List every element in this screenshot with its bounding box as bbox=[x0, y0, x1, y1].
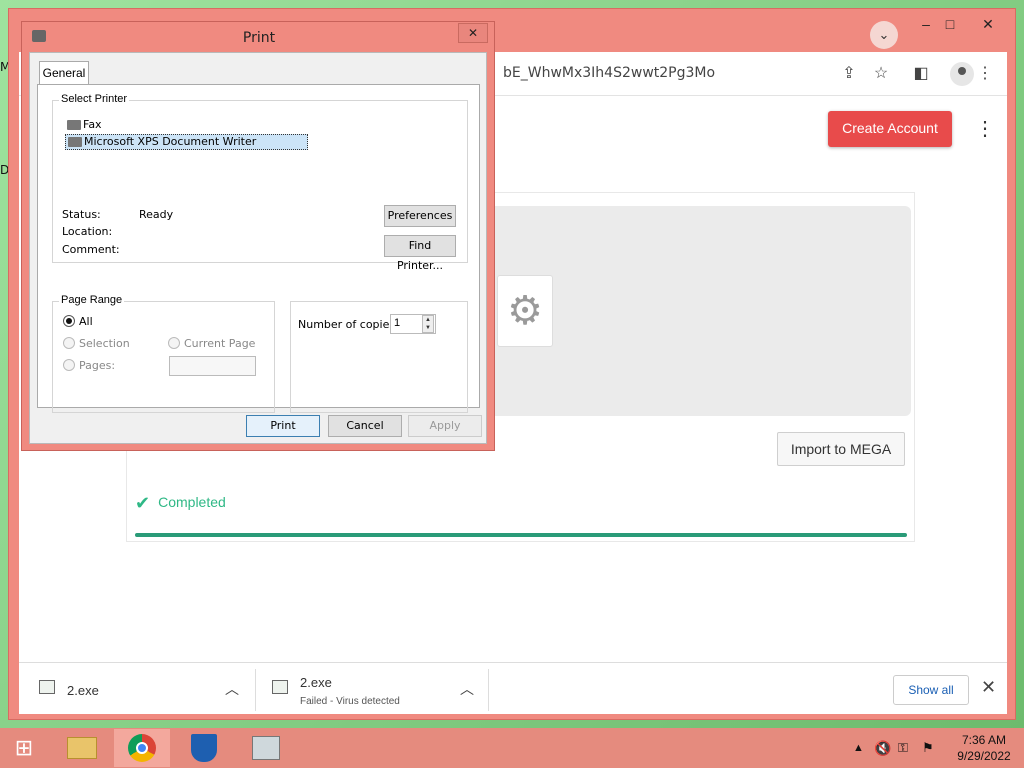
start-button[interactable]: ⊞ bbox=[4, 729, 44, 767]
select-printer-group: Select Printer Fax Microsoft XPS Documen… bbox=[52, 93, 468, 272]
tab-general[interactable]: General bbox=[39, 61, 89, 85]
exe-file-icon bbox=[39, 680, 55, 694]
printer-name: Fax bbox=[83, 118, 102, 131]
page-range-group: Page Range All Selection Current Page Pa… bbox=[52, 294, 275, 413]
download-filename: 2.exe bbox=[300, 675, 332, 690]
download-status-text: Failed - Virus detected bbox=[300, 696, 400, 707]
print-button[interactable]: Print bbox=[246, 415, 320, 437]
comment-label: Comment: bbox=[62, 243, 120, 256]
pages-input[interactable] bbox=[169, 356, 256, 376]
side-panel-icon[interactable]: ◧ bbox=[909, 62, 933, 86]
radio-current-page-label: Current Page bbox=[184, 337, 256, 350]
clock-time: 7:36 AM bbox=[961, 733, 1007, 747]
dialog-close-button[interactable]: ✕ bbox=[458, 23, 488, 43]
action-center-icon[interactable]: ⚑ bbox=[922, 728, 934, 768]
preferences-button[interactable]: Preferences bbox=[384, 205, 456, 227]
bookmark-star-icon[interactable]: ☆ bbox=[869, 62, 893, 86]
apply-button[interactable]: Apply bbox=[408, 415, 482, 437]
copies-label: Number of copies: bbox=[298, 318, 399, 331]
network-icon[interactable]: ⚿ bbox=[898, 728, 908, 768]
dialog-title: Print bbox=[242, 30, 276, 46]
menu-kebab-icon[interactable]: ⋮ bbox=[973, 62, 997, 86]
radio-current-page[interactable] bbox=[168, 337, 180, 349]
volume-muted-icon[interactable]: 🔇 bbox=[874, 728, 891, 768]
create-account-button[interactable]: Create Account bbox=[828, 111, 952, 147]
clock-date: 9/29/2022 bbox=[957, 749, 1011, 763]
clock[interactable]: 7:36 AM 9/29/2022 bbox=[950, 732, 1018, 764]
radio-all[interactable] bbox=[63, 315, 75, 327]
find-printer-button[interactable]: Find Printer... bbox=[384, 235, 456, 272]
url-text[interactable]: bE_WhwMx3Ih4S2wwt2Pg3Mo bbox=[503, 65, 715, 81]
dialog-body: General Select Printer Fax Microsoft XPS… bbox=[29, 52, 487, 444]
import-to-mega-button[interactable]: Import to MEGA bbox=[777, 432, 905, 466]
download-filename: 2.exe bbox=[67, 683, 99, 698]
print-dialog: Print ✕ General Select Printer Fax Micro… bbox=[21, 21, 495, 451]
chevron-up-icon[interactable]: ︿ bbox=[460, 679, 474, 699]
select-printer-label: Select Printer bbox=[59, 93, 130, 105]
divider bbox=[488, 669, 489, 711]
download-item[interactable]: 2.exe ︿ bbox=[19, 663, 255, 715]
exe-file-icon bbox=[272, 680, 288, 694]
close-shelf-icon[interactable]: ✕ bbox=[981, 677, 996, 698]
chrome-icon[interactable] bbox=[114, 729, 170, 767]
printer-default-icon bbox=[68, 137, 82, 147]
fax-icon bbox=[67, 120, 81, 130]
chevron-up-icon[interactable]: ︿ bbox=[225, 679, 239, 699]
download-status: ✔ Completed bbox=[135, 493, 226, 514]
status-text: Completed bbox=[158, 494, 226, 510]
settings-gear-icon[interactable]: ⚙ bbox=[497, 275, 553, 347]
status-label: Status: bbox=[62, 208, 101, 221]
status-value: Ready bbox=[139, 208, 174, 221]
printer-item-fax[interactable]: Fax bbox=[65, 118, 102, 131]
radio-all-label: All bbox=[79, 315, 93, 328]
radio-pages[interactable] bbox=[63, 359, 75, 371]
show-hidden-icons[interactable]: ▲ bbox=[853, 728, 864, 768]
page-menu-icon[interactable]: ⋮ bbox=[975, 116, 995, 141]
download-shelf: 2.exe ︿ 2.exe Failed - Virus detected ︿ … bbox=[19, 662, 1007, 714]
copies-group: Number of copies: 1 ▲ ▼ bbox=[290, 301, 468, 413]
radio-selection-label: Selection bbox=[79, 337, 130, 350]
close-window-button[interactable]: ✕ bbox=[971, 13, 1005, 35]
show-all-button[interactable]: Show all bbox=[893, 675, 969, 705]
maximize-button[interactable]: □ bbox=[933, 13, 967, 35]
file-explorer-icon[interactable] bbox=[54, 729, 110, 767]
taskbar: ⊞ ▲ 🔇 ⚿ ⚑ 7:36 AM 9/29/2022 bbox=[0, 728, 1024, 768]
progress-bar bbox=[135, 533, 907, 537]
page-range-label: Page Range bbox=[59, 294, 125, 306]
printer-name: Microsoft XPS Document Writer bbox=[84, 135, 257, 148]
download-item[interactable]: 2.exe Failed - Virus detected ︿ bbox=[256, 663, 488, 715]
performance-monitor-icon[interactable] bbox=[238, 729, 294, 767]
profile-avatar[interactable] bbox=[950, 62, 974, 86]
copies-spinner[interactable]: ▲ ▼ bbox=[422, 315, 434, 333]
check-icon: ✔ bbox=[135, 493, 151, 513]
cancel-button[interactable]: Cancel bbox=[328, 415, 402, 437]
tab-search-button[interactable]: ⌄ bbox=[870, 21, 898, 49]
location-label: Location: bbox=[62, 225, 113, 238]
share-icon[interactable]: ⇪ bbox=[837, 62, 861, 86]
tab-pane: Select Printer Fax Microsoft XPS Documen… bbox=[37, 84, 480, 413]
defender-icon[interactable] bbox=[176, 729, 232, 767]
radio-selection[interactable] bbox=[63, 337, 75, 349]
printer-item-xps[interactable]: Microsoft XPS Document Writer bbox=[65, 134, 308, 150]
radio-pages-label: Pages: bbox=[79, 359, 116, 372]
